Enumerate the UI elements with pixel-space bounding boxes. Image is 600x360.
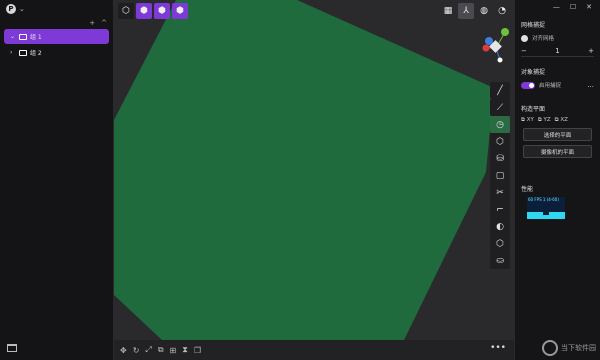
select-box-icon[interactable]: ⬢ [136,3,152,19]
object-snap-title: 对象捕捉 [521,69,546,76]
scene-sidebar: P ⌄ + ^ ⌄ 组 1 › 组 2 [0,0,114,360]
fps-bars [527,212,565,219]
polygon-tool-icon[interactable]: ⬡ [490,133,510,150]
duplicate-icon[interactable]: ⧉ [158,345,164,355]
fps-graph: 60 FPS 1 (4-60) [527,197,565,219]
axes-icon[interactable]: ⅄ [458,3,474,19]
plane-icon: ⧉ [537,117,542,123]
line-tool-icon[interactable]: ╱ [490,82,510,99]
rectangle-tool-icon[interactable]: ▢ [490,167,510,184]
folder-icon [19,49,27,56]
view-controls: ▦ ⅄ ◍ ◔ [440,3,510,19]
grid-size-value[interactable]: 1 [555,47,559,55]
draw-tools-toolbar: ╱ ⟋ ◷ ⬡ ⛁ ▢ ✂ ⌐ ◐ ⬡ ⛀ [490,82,512,269]
window-controls: — ☐ ✕ [515,0,600,14]
box-tool-icon[interactable]: ⬡ [490,235,510,252]
tree-item-label: 组 1 [30,34,42,41]
app-logo-icon[interactable]: P [6,4,16,14]
shading-icon[interactable]: ◔ [494,3,510,19]
chevron-right-icon[interactable]: › [10,49,16,56]
selection-toolbar: ⬡ ⬢ ⬢ ⬢ [118,3,188,19]
select-object-icon[interactable]: ⬡ [118,3,134,19]
bevel-tool-icon[interactable]: ⌐ [490,201,510,218]
layers-icon[interactable] [7,344,17,352]
grid-icon[interactable]: ⊞ [170,346,177,355]
plane-xz-label: XZ [560,117,568,123]
cylinder-tool-icon[interactable]: ⛁ [490,150,510,167]
folder-icon [19,33,27,40]
stepper-minus-button[interactable]: − [521,47,527,55]
rotate-icon[interactable]: ↻ [133,346,140,355]
perspective-icon[interactable]: ▦ [440,3,456,19]
snap-more-button[interactable]: ... [587,81,594,89]
cut-tool-icon[interactable]: ✂ [490,184,510,201]
align-grid-radio[interactable] [521,34,528,42]
chevron-down-icon[interactable]: ⌄ [19,5,25,13]
sidebar-toolbar: + ^ [0,18,113,28]
circle-tool-icon[interactable]: ◷ [490,116,510,133]
transform-toolbar: ✥ ↻ ⤢ ⧉ ⊞ ⧗ ❐ ••• [114,340,514,360]
work-plane-title: 构造平面 [521,106,546,113]
select-edge-icon[interactable]: ⬢ [172,3,188,19]
minimize-button[interactable]: — [553,3,560,11]
more-options-button[interactable]: ••• [490,343,506,353]
align-grid-row[interactable]: 对齐网格 [515,33,600,43]
3d-viewport[interactable]: ⬡ ⬢ ⬢ ⬢ ▦ ⅄ ◍ ◔ ╱ ⟋ ◷ ⬡ ⛁ ▢ ✂ ⌐ ◐ ⬡ ⛀ ✥ … [114,0,514,360]
watermark: 当下软件园 [542,340,596,356]
align-grid-label: 对齐网格 [532,36,555,42]
properties-panel: — ☐ ✕ 网格捕捉 对齐网格 − 1 + 对象捕捉 启用捕捉 ... 构造平面… [514,0,600,360]
mirror-icon[interactable]: ⧗ [182,345,188,355]
plane-xz-button[interactable]: ⧉ XZ [555,117,568,124]
plane-buttons: ⧉ XY ⧉ YZ ⧉ XZ [515,117,600,124]
watermark-logo-icon [542,340,558,356]
tree-item-group-1[interactable]: ⌄ 组 1 [4,29,109,44]
orientation-gizmo[interactable] [476,26,514,66]
scale-icon[interactable]: ⤢ [145,345,151,355]
enable-snap-label: 启用捕捉 [539,83,562,89]
extrude-tool-icon[interactable]: ⛀ [490,252,510,269]
plane-yz-label: YZ [543,117,551,123]
plane-yz-button[interactable]: ⧉ YZ [538,117,551,124]
app-window: P ⌄ + ^ ⌄ 组 1 › 组 2 ⬡ ⬢ ⬢ ⬢ ▦ ⅄ ◍ ◔ ╱ ⟋ … [0,0,600,360]
add-icon[interactable]: + [89,19,95,27]
plane-icon: ⧉ [554,117,559,123]
grid-size-stepper[interactable]: − 1 + [521,46,594,57]
plane-xy-button[interactable]: ⧉ XY [521,117,534,124]
polyline-tool-icon[interactable]: ⟋ [490,99,510,116]
maximize-button[interactable]: ☐ [570,3,576,11]
sidebar-header: P ⌄ [0,0,113,18]
enable-snap-toggle[interactable] [521,81,535,89]
close-button[interactable]: ✕ [586,3,592,11]
plane-xy-label: XY [526,117,534,123]
copy-icon[interactable]: ❐ [194,346,201,355]
camera-plane-button[interactable]: 摄像机的平面 [523,145,592,158]
plane-icon: ⧉ [521,117,525,123]
chevron-down-icon[interactable]: ⌄ [10,33,16,40]
performance-title: 性能 [521,186,534,193]
collapse-icon[interactable]: ^ [101,19,107,27]
green-polygon-shape[interactable] [114,0,514,360]
watermark-text: 当下软件园 [561,344,596,352]
render-mode-icon[interactable]: ◍ [476,3,492,19]
tree-item-group-2[interactable]: › 组 2 [4,45,109,60]
fps-label: 60 FPS 1 (4-60) [528,197,559,202]
enable-snap-row[interactable]: 启用捕捉 ... [515,80,600,90]
move-icon[interactable]: ✥ [120,346,127,355]
stepper-plus-button[interactable]: + [588,47,594,55]
selected-plane-button[interactable]: 选择的平面 [523,128,592,141]
boolean-tool-icon[interactable]: ◐ [490,218,510,235]
select-face-icon[interactable]: ⬢ [154,3,170,19]
grid-snap-title: 网格捕捉 [521,22,546,29]
tree-item-label: 组 2 [30,50,42,57]
